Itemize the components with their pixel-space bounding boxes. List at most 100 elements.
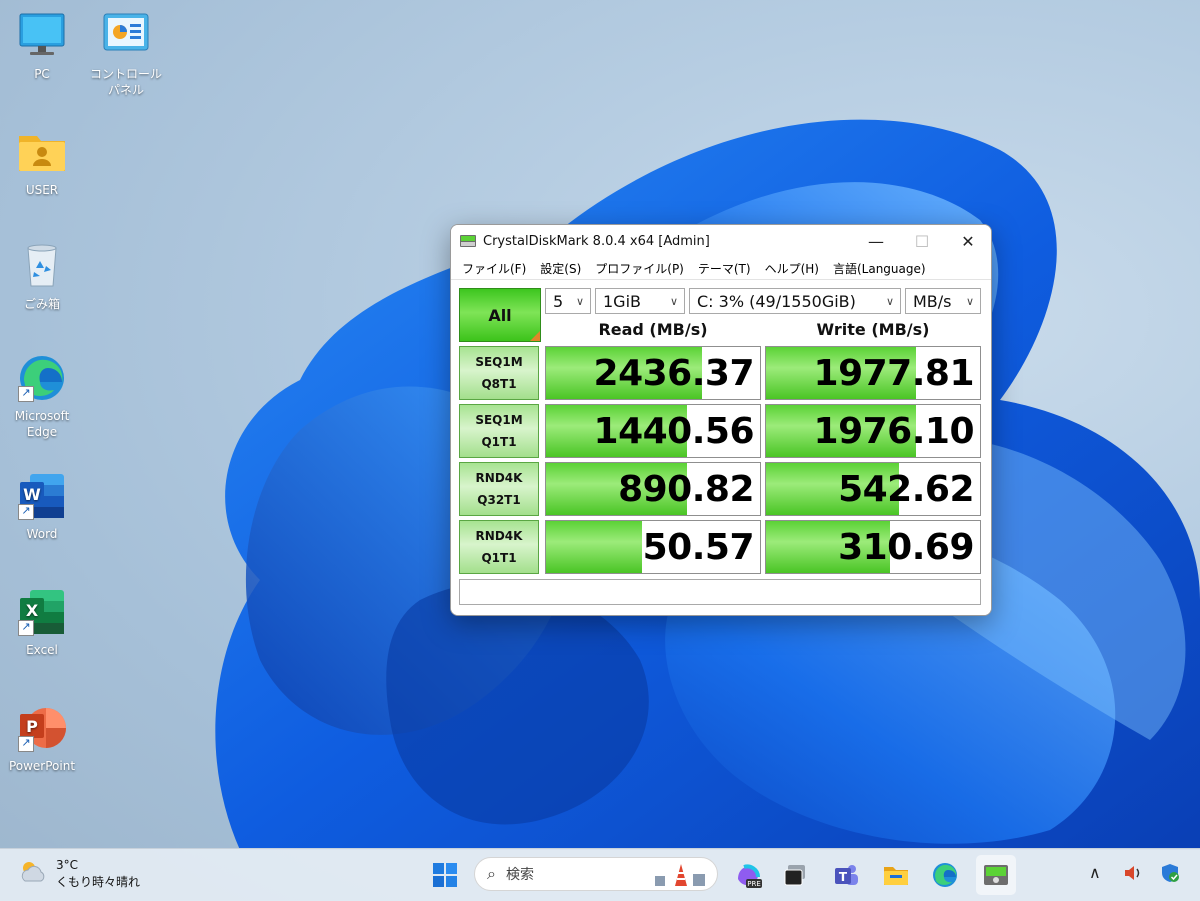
edge-icon: ↗ — [16, 352, 68, 404]
all-button[interactable]: All — [459, 288, 541, 342]
defender-icon[interactable] — [1160, 863, 1180, 887]
desktop-icon-label: Word — [26, 527, 58, 541]
copilot-icon[interactable]: PRE — [732, 859, 764, 891]
test-name: SEQ1M — [475, 413, 523, 427]
desktop-icon-edge[interactable]: ↗ Microsoft Edge — [0, 352, 84, 440]
write-result-value: 1977.81 — [813, 353, 975, 394]
chevron-down-icon: ∨ — [885, 295, 894, 308]
unit-value: MB/s — [913, 292, 952, 311]
crystaldiskmark-app-icon — [460, 235, 476, 247]
desktop-icon-label: コントロール パネル — [89, 67, 162, 97]
size-select[interactable]: 1GiB ∨ — [595, 288, 685, 314]
desktop-icon-user[interactable]: USER — [0, 126, 84, 198]
comment-field[interactable] — [459, 579, 981, 605]
excel-icon: X ↗ — [16, 586, 68, 638]
test-name: SEQ1M — [475, 355, 523, 369]
speaker-icon[interactable] — [1123, 863, 1143, 887]
menu-file[interactable]: ファイル(F) — [455, 260, 533, 277]
read-result-value: 1440.56 — [593, 411, 755, 452]
shortcut-arrow-icon: ↗ — [18, 504, 34, 520]
word-icon: W ↗ — [16, 470, 68, 522]
test-button-rnd4k-q1t1[interactable]: RND4K Q1T1 — [459, 520, 539, 574]
test-button-seq1m-q1t1[interactable]: SEQ1M Q1T1 — [459, 404, 539, 458]
write-result-value: 310.69 — [838, 527, 974, 568]
test-queue: Q1T1 — [481, 551, 517, 565]
shortcut-arrow-icon: ↗ — [18, 620, 34, 636]
read-result-value: 50.57 — [642, 527, 755, 568]
write-result-cell: 1977.81 — [765, 346, 981, 400]
search-icon: ⌕ — [487, 864, 496, 883]
count-select[interactable]: 5 ∨ — [545, 288, 591, 314]
svg-text:X: X — [26, 601, 39, 620]
crystaldiskmark-icon[interactable] — [976, 855, 1016, 895]
count-value: 5 — [553, 292, 564, 311]
search-box[interactable]: ⌕ 検索 — [474, 857, 718, 891]
read-column-header: Read (MB/s) — [598, 320, 708, 339]
test-button-rnd4k-q32t1[interactable]: RND4K Q32T1 — [459, 462, 539, 516]
taskbar: 3°C くもり時々晴れ ⌕ 検索 PRE T ∧ — [0, 848, 1200, 901]
test-queue: Q1T1 — [481, 435, 517, 449]
write-result-value: 542.62 — [838, 469, 974, 510]
menu-language[interactable]: 言語(Language) — [826, 260, 933, 277]
desktop-icon-powerpoint[interactable]: P ↗ PowerPoint — [0, 702, 84, 774]
test-queue: Q8T1 — [481, 377, 517, 391]
unit-select[interactable]: MB/s ∨ — [905, 288, 981, 314]
edge-icon[interactable] — [929, 859, 961, 891]
svg-text:P: P — [26, 717, 38, 736]
desktop-icon-label: USER — [25, 183, 59, 197]
title-bar[interactable]: CrystalDiskMark 8.0.4 x64 [Admin] — ☐ ✕ — [451, 225, 991, 257]
shortcut-arrow-icon: ↗ — [18, 736, 34, 752]
start-icon[interactable] — [429, 859, 461, 891]
desktop-icon-label: PowerPoint — [8, 759, 76, 773]
drive-select[interactable]: C: 3% (49/1550GiB) ∨ — [689, 288, 901, 314]
weather-widget[interactable]: 3°C くもり時々晴れ — [18, 857, 140, 891]
drive-value: C: 3% (49/1550GiB) — [697, 292, 856, 311]
powerpoint-icon: P ↗ — [16, 702, 68, 754]
minimize-button[interactable]: — — [853, 225, 899, 257]
chevron-down-icon: ∨ — [575, 295, 584, 308]
menu-help[interactable]: ヘルプ(H) — [758, 260, 826, 277]
task-view-icon[interactable] — [779, 859, 811, 891]
write-result-cell: 542.62 — [765, 462, 981, 516]
window-title: CrystalDiskMark 8.0.4 x64 [Admin] — [483, 233, 710, 249]
close-button[interactable]: ✕ — [945, 225, 991, 257]
chevron-up-icon[interactable]: ∧ — [1089, 863, 1101, 882]
write-result-value: 1976.10 — [813, 411, 975, 452]
read-result-value: 2436.37 — [593, 353, 755, 394]
desktop-icon-word[interactable]: W ↗ Word — [0, 470, 84, 542]
search-highlight-tokyo-tower-icon — [655, 864, 705, 886]
weather-temperature: 3°C — [56, 858, 79, 872]
svg-text:T: T — [839, 870, 848, 884]
menu-profile[interactable]: プロファイル(P) — [588, 260, 691, 277]
test-button-seq1m-q8t1[interactable]: SEQ1M Q8T1 — [459, 346, 539, 400]
desktop-icon-label: PC — [34, 67, 50, 81]
benchmark-panel: All 5 ∨ 1GiB ∨ C: 3% (49/1550GiB) ∨ MB/s… — [451, 280, 991, 615]
desktop-icon-label: Excel — [26, 643, 58, 657]
size-value: 1GiB — [603, 292, 641, 311]
teams-icon[interactable]: T — [830, 859, 862, 891]
desktop-icon-control-panel[interactable]: コントロール パネル — [84, 10, 168, 98]
desktop-icon-excel[interactable]: X ↗ Excel — [0, 586, 84, 658]
write-result-cell: 1976.10 — [765, 404, 981, 458]
chevron-down-icon: ∨ — [669, 295, 678, 308]
write-column-header: Write (MB/s) — [816, 320, 930, 339]
menu-settings[interactable]: 設定(S) — [533, 260, 588, 277]
menu-theme[interactable]: テーマ(T) — [691, 260, 758, 277]
menu-bar: ファイル(F) 設定(S) プロファイル(P) テーマ(T) ヘルプ(H) 言語… — [451, 257, 991, 280]
test-name: RND4K — [475, 471, 523, 485]
test-name: RND4K — [475, 529, 523, 543]
read-result-cell: 50.57 — [545, 520, 761, 574]
chevron-down-icon: ∨ — [965, 295, 974, 308]
monitor-icon — [16, 10, 68, 62]
file-explorer-icon[interactable] — [880, 859, 912, 891]
crystaldiskmark-window[interactable]: CrystalDiskMark 8.0.4 x64 [Admin] — ☐ ✕ … — [450, 224, 992, 616]
read-result-cell: 1440.56 — [545, 404, 761, 458]
shortcut-arrow-icon: ↗ — [18, 386, 34, 402]
svg-text:PRE: PRE — [747, 880, 761, 888]
read-result-cell: 890.82 — [545, 462, 761, 516]
partly-cloudy-icon — [21, 862, 45, 882]
read-progress-bar — [546, 521, 643, 573]
maximize-button[interactable]: ☐ — [899, 225, 945, 257]
desktop-icon-recycle-bin[interactable]: ごみ箱 — [0, 240, 84, 312]
desktop-icon-pc[interactable]: PC — [0, 10, 84, 82]
